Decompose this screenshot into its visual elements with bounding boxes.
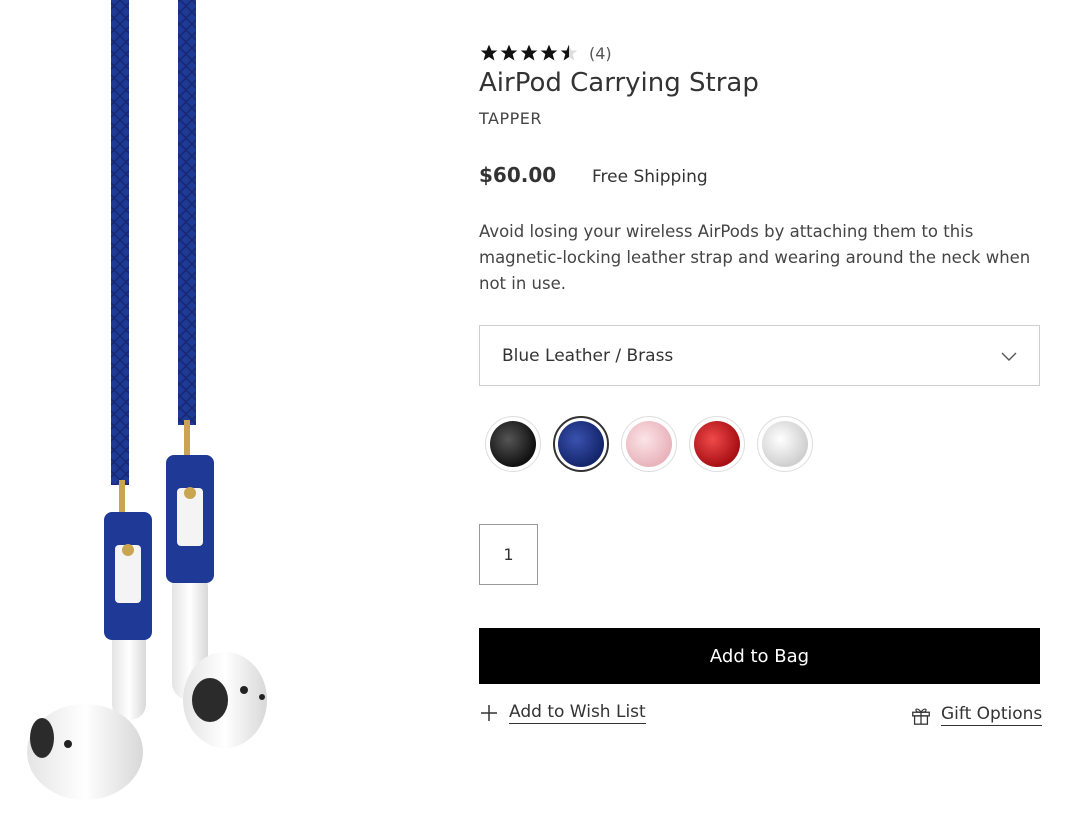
- quantity-field[interactable]: 1: [479, 524, 538, 585]
- star-icon: [480, 44, 498, 61]
- product-description: Avoid losing your wireless AirPods by at…: [479, 222, 1031, 293]
- wishlist-label: Add to Wish List: [509, 702, 646, 724]
- swatch-white[interactable]: [757, 416, 813, 472]
- swatch-blue[interactable]: [553, 416, 609, 472]
- plus-icon: [481, 705, 497, 721]
- gift-icon: [912, 708, 930, 725]
- color-swatches: [485, 416, 825, 472]
- product-rating[interactable]: (4): [479, 40, 612, 66]
- star-icon: [500, 44, 518, 61]
- swatch-black[interactable]: [485, 416, 541, 472]
- swatch-pink[interactable]: [621, 416, 677, 472]
- gift-options-label: Gift Options: [941, 704, 1043, 726]
- chevron-down-icon: [1001, 352, 1017, 361]
- variant-select[interactable]: Blue Leather / Brass: [479, 325, 1040, 386]
- product-image: [0, 0, 300, 833]
- add-to-bag-button[interactable]: Add to Bag: [479, 628, 1040, 684]
- airpod-strap-illustration: [27, 0, 267, 800]
- rating-stars: [479, 43, 579, 63]
- product-price: $60.00: [479, 163, 557, 187]
- star-icon: [520, 44, 538, 61]
- add-to-wishlist-link[interactable]: Add to Wish List: [479, 702, 646, 724]
- product-title: AirPod Carrying Strap: [479, 68, 759, 98]
- variant-selected-label: Blue Leather / Brass: [502, 345, 674, 366]
- shipping-info: Free Shipping: [592, 167, 708, 187]
- swatch-red[interactable]: [689, 416, 745, 472]
- review-count[interactable]: (4): [589, 44, 612, 63]
- gift-options-link[interactable]: Gift Options: [910, 704, 1043, 726]
- brand-name[interactable]: TAPPER: [479, 109, 542, 128]
- half-star-icon: [560, 44, 578, 61]
- star-icon: [540, 44, 558, 61]
